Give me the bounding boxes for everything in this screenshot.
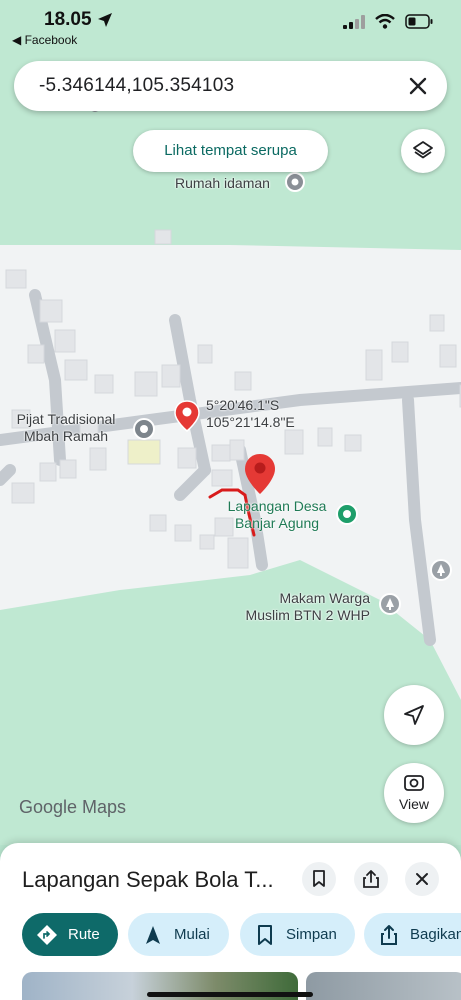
save-bookmark-button[interactable] xyxy=(302,862,336,896)
rumah-place-icon[interactable] xyxy=(283,170,307,196)
location-arrow-icon xyxy=(98,13,112,27)
close-icon xyxy=(416,873,428,885)
street-view-camera-icon xyxy=(404,775,424,791)
makam-label-line2: Muslim BTN 2 WHP xyxy=(245,607,370,623)
start-button[interactable]: Mulai xyxy=(128,913,229,956)
close-icon[interactable] xyxy=(405,73,431,99)
status-bar: 18.05 ◀ Facebook xyxy=(0,0,461,52)
directions-button[interactable]: Rute xyxy=(22,913,118,956)
status-icons xyxy=(343,14,433,29)
tree-place-icon[interactable] xyxy=(429,558,453,582)
share-action-button[interactable]: Bagikan xyxy=(364,913,461,956)
coordinate-label: 5°20'46.1"S 105°21'14.8"E xyxy=(206,397,295,431)
layers-button[interactable] xyxy=(401,129,445,173)
place-photo-2[interactable] xyxy=(306,972,461,1000)
street-view-button[interactable]: View xyxy=(384,763,444,823)
pijat-label-line1: Pijat Tradisional xyxy=(16,411,116,427)
lapangan-label-line2: Banjar Agung xyxy=(234,515,320,531)
pijat-label[interactable]: Pijat Tradisional Mbah Ramah xyxy=(4,411,128,445)
pijat-place-icon[interactable] xyxy=(130,415,158,443)
selected-place-pin-icon[interactable] xyxy=(244,453,276,495)
battery-icon xyxy=(405,14,433,29)
rumah-label[interactable]: Rumah idaman xyxy=(175,175,270,192)
lapangan-label-line1: Lapangan Desa xyxy=(227,498,327,514)
lapangan-label[interactable]: Lapangan Desa Banjar Agung xyxy=(222,498,332,532)
directions-label: Rute xyxy=(68,926,100,943)
wifi-icon xyxy=(375,14,395,29)
close-sheet-button[interactable] xyxy=(405,862,439,896)
search-bar[interactable]: -5.346144,105.354103 xyxy=(14,61,447,111)
share-label: Bagikan xyxy=(410,926,461,943)
bookmark-icon xyxy=(313,870,325,887)
makam-place-icon[interactable] xyxy=(378,592,402,616)
coordinate-label-lat: 5°20'46.1"S xyxy=(206,397,280,413)
save-label: Simpan xyxy=(286,926,337,943)
back-to-facebook-link[interactable]: ◀ Facebook xyxy=(12,33,77,47)
pijat-label-line2: Mbah Ramah xyxy=(23,428,109,444)
navigation-arrow-icon xyxy=(404,705,424,725)
start-label: Mulai xyxy=(174,926,210,943)
place-title[interactable]: Lapangan Sepak Bola T... xyxy=(22,867,274,893)
place-bottom-sheet: Lapangan Sepak Bola T... Rute Mulai Simp… xyxy=(0,843,461,1000)
makam-label-line1: Makam Warga xyxy=(279,590,370,606)
share-icon xyxy=(363,870,379,888)
status-time: 18.05 xyxy=(44,9,92,30)
share-icon xyxy=(378,924,400,946)
search-query-text[interactable]: -5.346144,105.354103 xyxy=(39,75,234,97)
coordinate-label-lng: 105°21'14.8"E xyxy=(206,414,295,430)
layers-icon xyxy=(413,141,433,159)
save-button[interactable]: Simpan xyxy=(240,913,355,956)
lapangan-place-icon[interactable] xyxy=(335,502,359,526)
similar-places-chip[interactable]: Lihat tempat serupa xyxy=(133,130,328,172)
dropped-pin-icon[interactable] xyxy=(174,400,200,432)
my-location-button[interactable] xyxy=(384,685,444,745)
start-navigation-icon xyxy=(142,924,164,946)
google-maps-logo: Google Maps xyxy=(19,797,127,817)
view-label: View xyxy=(398,796,430,812)
home-indicator xyxy=(147,992,313,997)
makam-label[interactable]: Makam Warga Muslim BTN 2 WHP xyxy=(238,590,370,624)
bookmark-icon xyxy=(254,924,276,946)
share-button[interactable] xyxy=(354,862,388,896)
cellular-signal-icon xyxy=(343,14,365,29)
directions-icon xyxy=(36,924,58,946)
